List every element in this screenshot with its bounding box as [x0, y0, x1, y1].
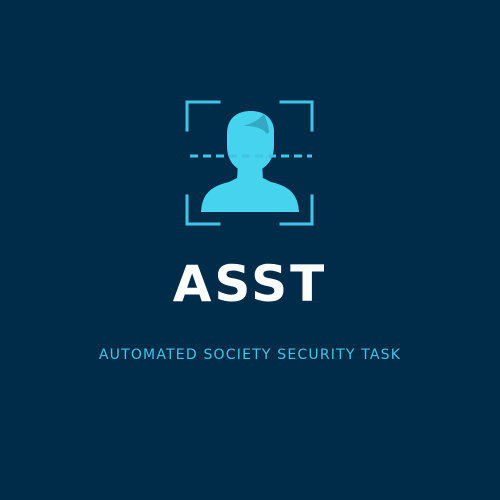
tagline: AUTOMATED SOCIETY SECURITY TASK	[98, 347, 402, 363]
logo-canvas: ASST AUTOMATED SOCIETY SECURITY TASK	[0, 0, 500, 500]
frame-corner-top-left	[185, 100, 221, 132]
brand-name: ASST	[172, 255, 328, 313]
face-scan-icon	[185, 100, 314, 226]
frame-corner-top-right	[279, 100, 314, 132]
